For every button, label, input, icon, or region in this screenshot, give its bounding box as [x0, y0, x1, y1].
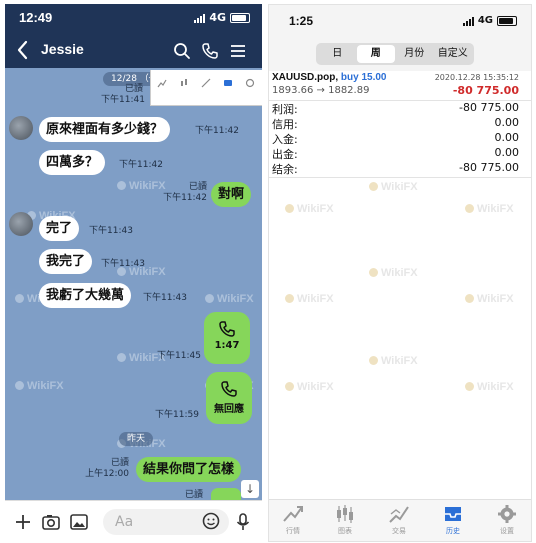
- contact-name: Jessie: [41, 41, 84, 57]
- search-icon[interactable]: [173, 42, 191, 60]
- watermark: WikiFX: [465, 293, 514, 305]
- nav-settings[interactable]: 设置: [485, 504, 529, 536]
- message-time: 下午11:42: [119, 160, 163, 170]
- network-label: 4G: [477, 15, 493, 26]
- trade-icon: [389, 506, 409, 523]
- history-screen: WikiFX WikiFX WikiFX WikiFX WikiFX WikiF…: [268, 4, 532, 542]
- microphone-icon[interactable]: [233, 512, 253, 532]
- watermark: WikiFX: [465, 203, 514, 215]
- watermark: WikiFX: [205, 293, 254, 305]
- history-icon: [224, 80, 232, 86]
- status-bar: 12:49 4G: [5, 4, 262, 32]
- segmented-control: 日 周 月份 自定义: [316, 43, 474, 65]
- read-receipt: 已讀 下午11:42: [163, 182, 207, 203]
- phone-icon: [221, 381, 237, 397]
- nav-trade[interactable]: 交易: [377, 504, 421, 536]
- tab-week[interactable]: 周: [356, 45, 395, 63]
- call-bubble[interactable]: 無回應: [206, 372, 252, 424]
- summary-row-credit: 信用: 0.00: [272, 116, 519, 131]
- chat-message-in[interactable]: 我虧了大幾萬: [39, 283, 132, 308]
- call-bubble[interactable]: 1:47: [204, 312, 250, 364]
- summary-row-deposit: 入金: 0.00: [272, 131, 519, 146]
- watermark: WikiFX: [15, 380, 64, 392]
- summary-row-withdrawal: 出金: 0.00: [272, 146, 519, 161]
- candles-icon: [181, 79, 187, 86]
- image-icon[interactable]: [69, 512, 89, 532]
- status-bar: 1:25 4G: [269, 5, 531, 37]
- message-time: 下午11:42: [195, 126, 239, 136]
- tab-custom[interactable]: 自定义: [434, 45, 473, 63]
- trade-icon: [201, 78, 211, 88]
- chat-message-out[interactable]: 結果你問了怎樣: [136, 457, 242, 482]
- tab-day[interactable]: 日: [318, 45, 357, 63]
- deal-datetime: 2020.12.28 15:35:12: [434, 73, 519, 82]
- settings-icon: [245, 78, 255, 88]
- settings-icon: [498, 505, 516, 523]
- message-time: 下午11:59: [155, 410, 199, 420]
- chat-message-in[interactable]: 我完了: [39, 249, 93, 274]
- deal-action: buy 15.00: [340, 72, 387, 83]
- camera-icon[interactable]: [41, 512, 61, 532]
- watermark: WikiFX: [285, 293, 334, 305]
- back-icon[interactable]: [15, 39, 31, 61]
- phone-icon[interactable]: [201, 42, 219, 60]
- tab-month[interactable]: 月份: [395, 45, 434, 63]
- watermark: WikiFX: [465, 381, 514, 393]
- deal-row[interactable]: XAUUSD.pop, buy 15.00 2020.12.28 15:35:1…: [269, 71, 531, 99]
- read-receipt: 已讀 下午11:41: [101, 84, 145, 105]
- phone-icon: [219, 321, 235, 337]
- call-status: 無回應: [214, 404, 244, 415]
- avatar[interactable]: [9, 212, 33, 236]
- date-pill: 昨天: [119, 432, 154, 446]
- deal-profit: -80 775.00: [452, 84, 519, 97]
- chat-message-in[interactable]: 四萬多？: [39, 150, 106, 175]
- input-bar: Aa: [5, 500, 262, 542]
- network-label: 4G: [209, 11, 226, 24]
- summary-row-profit: 利润: -80 775.00: [272, 101, 519, 116]
- emoji-icon[interactable]: [201, 511, 221, 531]
- message-time: 下午11:43: [89, 226, 133, 236]
- call-duration: 1:47: [214, 340, 240, 351]
- signal-icon: [194, 13, 206, 23]
- nav-charts[interactable]: 图表: [323, 504, 367, 536]
- message-time: 下午11:45: [157, 351, 201, 361]
- menu-icon[interactable]: [229, 42, 247, 60]
- battery-icon: [230, 12, 250, 23]
- watermark: WikiFX: [285, 203, 334, 215]
- battery-icon: [497, 15, 517, 26]
- period-tabs: 日 周 月份 自定义: [269, 37, 531, 71]
- status-time: 1:25: [289, 14, 314, 28]
- message-time: 下午11:43: [143, 293, 187, 303]
- screenshot-thumbnail[interactable]: [150, 70, 262, 106]
- candles-icon: [337, 505, 353, 523]
- watermark: WikiFX: [369, 355, 418, 367]
- deal-prices: 1893.66 → 1882.89: [272, 85, 370, 96]
- nav-history[interactable]: 历史: [431, 504, 475, 536]
- watermark: WikiFX: [369, 267, 418, 279]
- chat-screen: WikiFX WikiFX WikiFX WikiFX WikiFX WikiF…: [5, 4, 262, 542]
- watermark: WikiFX: [285, 381, 334, 393]
- plus-icon[interactable]: [13, 512, 33, 532]
- message-time: 下午11:43: [101, 259, 145, 269]
- history-icon: [445, 507, 461, 521]
- summary-row-balance: 结余: -80 775.00: [272, 161, 519, 176]
- status-time: 12:49: [19, 10, 53, 25]
- chart-icon: [157, 79, 167, 88]
- chat-message-in[interactable]: 完了: [39, 216, 80, 241]
- watermark: WikiFX: [369, 181, 418, 193]
- divider: [269, 177, 531, 178]
- read-receipt: 已讀 上午12:00: [85, 458, 129, 479]
- chart-icon: [283, 506, 303, 522]
- summary-block: 利润: -80 775.00 信用: 0.00 入金: 0.00 出金: 0.00 结余…: [269, 101, 531, 176]
- chat-header: Jessie: [5, 32, 262, 68]
- avatar[interactable]: [9, 116, 33, 140]
- bottom-nav: 行情 图表 交易 历史 设置: [269, 499, 531, 541]
- chat-message-out[interactable]: 對啊: [211, 182, 252, 207]
- scroll-down-button[interactable]: ↓: [241, 480, 259, 498]
- watermark: WikiFX: [117, 180, 166, 192]
- deal-symbol: XAUUSD.pop,: [272, 72, 339, 83]
- chat-message-in[interactable]: 原來裡面有多少錢？: [39, 117, 171, 142]
- signal-icon: [462, 16, 474, 26]
- nav-quotes[interactable]: 行情: [271, 504, 315, 536]
